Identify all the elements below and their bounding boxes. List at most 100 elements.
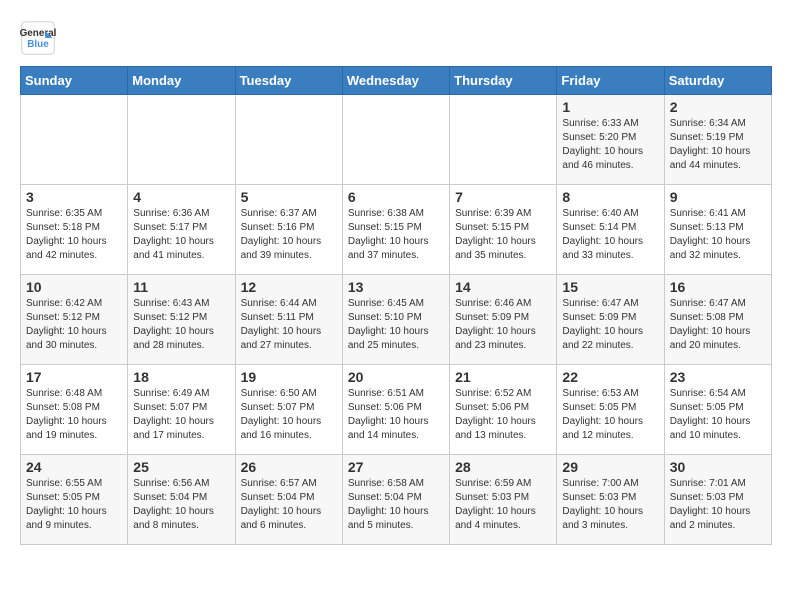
calendar-week-1: 3Sunrise: 6:35 AM Sunset: 5:18 PM Daylig… [21, 185, 772, 275]
day-number: 12 [241, 279, 337, 295]
day-info: Sunrise: 6:44 AM Sunset: 5:11 PM Dayligh… [241, 297, 337, 353]
day-info: Sunrise: 6:58 AM Sunset: 5:04 PM Dayligh… [348, 477, 444, 533]
svg-text:Blue: Blue [27, 39, 49, 50]
day-info: Sunrise: 6:45 AM Sunset: 5:10 PM Dayligh… [348, 297, 444, 353]
calendar-cell: 6Sunrise: 6:38 AM Sunset: 5:15 PM Daylig… [342, 185, 449, 275]
calendar-cell: 21 Sunrise: 6:52 AM Sunset: 5:06 PM Dayli… [450, 365, 557, 455]
day-info: Sunrise: 7:00 AM Sunset: 5:03 PM Dayligh… [562, 477, 658, 533]
day-info: Sunrise: 6:55 AM Sunset: 5:05 PM Dayligh… [26, 477, 122, 533]
day-info: Sunrise: 6:59 AM Sunset: 5:03 PM Dayligh… [455, 477, 551, 533]
header-saturday: Saturday [664, 67, 771, 95]
day-info: Sunrise: 6:48 AM Sunset: 5:08 PM Dayligh… [26, 387, 122, 443]
calendar-cell: 20Sunrise: 6:51 AM Sunset: 5:06 PM Dayli… [342, 365, 449, 455]
calendar-cell [450, 95, 557, 185]
day-info: Sunrise: 6:56 AM Sunset: 5:04 PM Dayligh… [133, 477, 229, 533]
header-friday: Friday [557, 67, 664, 95]
page-header: General Blue [20, 20, 772, 56]
calendar-cell [21, 95, 128, 185]
calendar-cell: 7 Sunrise: 6:39 AM Sunset: 5:15 PM Daylig… [450, 185, 557, 275]
day-number: 13 [348, 279, 444, 295]
calendar-cell: 9 Sunrise: 6:41 AM Sunset: 5:13 PM Daylig… [664, 185, 771, 275]
day-number: 29 [562, 459, 658, 475]
header-wednesday: Wednesday [342, 67, 449, 95]
calendar-cell: 15 Sunrise: 6:47 AM Sunset: 5:09 PM Dayli… [557, 275, 664, 365]
calendar-cell: 18 Sunrise: 6:49 AM Sunset: 5:07 PM Dayli… [128, 365, 235, 455]
calendar-cell: 27 Sunrise: 6:58 AM Sunset: 5:04 PM Dayli… [342, 455, 449, 545]
day-number: 30 [670, 459, 766, 475]
day-info: Sunrise: 6:37 AM Sunset: 5:16 PM Dayligh… [241, 207, 337, 263]
calendar-cell: 4 Sunrise: 6:36 AM Sunset: 5:17 PM Daylig… [128, 185, 235, 275]
day-info: Sunrise: 6:52 AM Sunset: 5:06 PM Dayligh… [455, 387, 551, 443]
day-number: 26 [241, 459, 337, 475]
calendar-cell: 12 Sunrise: 6:44 AM Sunset: 5:11 PM Dayli… [235, 275, 342, 365]
logo: General Blue [20, 20, 60, 56]
day-info: Sunrise: 6:33 AM Sunset: 5:20 PM Dayligh… [562, 117, 658, 173]
day-number: 9 [670, 189, 766, 205]
calendar-cell [235, 95, 342, 185]
day-number: 16 [670, 279, 766, 295]
day-number: 14 [455, 279, 551, 295]
day-number: 1 [562, 99, 658, 115]
day-info: Sunrise: 6:43 AM Sunset: 5:12 PM Dayligh… [133, 297, 229, 353]
day-number: 15 [562, 279, 658, 295]
calendar-cell: 5Sunrise: 6:37 AM Sunset: 5:16 PM Daylig… [235, 185, 342, 275]
day-info: Sunrise: 6:39 AM Sunset: 5:15 PM Dayligh… [455, 207, 551, 263]
day-info: Sunrise: 6:41 AM Sunset: 5:13 PM Dayligh… [670, 207, 766, 263]
calendar-cell: 1 Sunrise: 6:33 AM Sunset: 5:20 PM Daylig… [557, 95, 664, 185]
calendar-cell: 24 Sunrise: 6:55 AM Sunset: 5:05 PM Dayli… [21, 455, 128, 545]
day-number: 24 [26, 459, 122, 475]
day-info: Sunrise: 6:51 AM Sunset: 5:06 PM Dayligh… [348, 387, 444, 443]
header-thursday: Thursday [450, 67, 557, 95]
day-number: 17 [26, 369, 122, 385]
day-number: 4 [133, 189, 229, 205]
day-number: 25 [133, 459, 229, 475]
day-info: Sunrise: 6:34 AM Sunset: 5:19 PM Dayligh… [670, 117, 766, 173]
calendar-table: SundayMondayTuesdayWednesdayThursdayFrid… [20, 66, 772, 545]
calendar-cell: 2 Sunrise: 6:34 AM Sunset: 5:19 PM Daylig… [664, 95, 771, 185]
header-sunday: Sunday [21, 67, 128, 95]
day-number: 3 [26, 189, 122, 205]
calendar-cell: 29 Sunrise: 7:00 AM Sunset: 5:03 PM Dayli… [557, 455, 664, 545]
day-number: 21 [455, 369, 551, 385]
calendar-cell: 30 Sunrise: 7:01 AM Sunset: 5:03 PM Dayli… [664, 455, 771, 545]
calendar-week-0: 1 Sunrise: 6:33 AM Sunset: 5:20 PM Daylig… [21, 95, 772, 185]
calendar-cell: 16 Sunrise: 6:47 AM Sunset: 5:08 PM Dayli… [664, 275, 771, 365]
calendar-cell: 8 Sunrise: 6:40 AM Sunset: 5:14 PM Daylig… [557, 185, 664, 275]
calendar-cell: 13 Sunrise: 6:45 AM Sunset: 5:10 PM Dayli… [342, 275, 449, 365]
day-number: 28 [455, 459, 551, 475]
day-number: 10 [26, 279, 122, 295]
day-info: Sunrise: 6:47 AM Sunset: 5:09 PM Dayligh… [562, 297, 658, 353]
day-info: Sunrise: 6:42 AM Sunset: 5:12 PM Dayligh… [26, 297, 122, 353]
calendar-cell: 10 Sunrise: 6:42 AM Sunset: 5:12 PM Dayli… [21, 275, 128, 365]
day-info: Sunrise: 7:01 AM Sunset: 5:03 PM Dayligh… [670, 477, 766, 533]
day-info: Sunrise: 6:40 AM Sunset: 5:14 PM Dayligh… [562, 207, 658, 263]
day-info: Sunrise: 6:50 AM Sunset: 5:07 PM Dayligh… [241, 387, 337, 443]
day-info: Sunrise: 6:46 AM Sunset: 5:09 PM Dayligh… [455, 297, 551, 353]
day-number: 8 [562, 189, 658, 205]
day-number: 2 [670, 99, 766, 115]
calendar-cell: 19Sunrise: 6:50 AM Sunset: 5:07 PM Dayli… [235, 365, 342, 455]
calendar-cell: 3Sunrise: 6:35 AM Sunset: 5:18 PM Daylig… [21, 185, 128, 275]
day-number: 22 [562, 369, 658, 385]
day-number: 6 [348, 189, 444, 205]
day-number: 11 [133, 279, 229, 295]
calendar-week-3: 17 Sunrise: 6:48 AM Sunset: 5:08 PM Dayli… [21, 365, 772, 455]
day-info: Sunrise: 6:53 AM Sunset: 5:05 PM Dayligh… [562, 387, 658, 443]
day-info: Sunrise: 6:47 AM Sunset: 5:08 PM Dayligh… [670, 297, 766, 353]
calendar-cell: 14 Sunrise: 6:46 AM Sunset: 5:09 PM Dayli… [450, 275, 557, 365]
calendar-header-row: SundayMondayTuesdayWednesdayThursdayFrid… [21, 67, 772, 95]
calendar-cell: 22 Sunrise: 6:53 AM Sunset: 5:05 PM Dayli… [557, 365, 664, 455]
day-number: 18 [133, 369, 229, 385]
day-info: Sunrise: 6:36 AM Sunset: 5:17 PM Dayligh… [133, 207, 229, 263]
calendar-cell: 25 Sunrise: 6:56 AM Sunset: 5:04 PM Dayli… [128, 455, 235, 545]
day-number: 27 [348, 459, 444, 475]
day-number: 7 [455, 189, 551, 205]
calendar-cell [342, 95, 449, 185]
header-monday: Monday [128, 67, 235, 95]
day-info: Sunrise: 6:49 AM Sunset: 5:07 PM Dayligh… [133, 387, 229, 443]
logo-icon: General Blue [20, 20, 56, 56]
calendar-cell: 26 Sunrise: 6:57 AM Sunset: 5:04 PM Dayli… [235, 455, 342, 545]
calendar-cell: 28 Sunrise: 6:59 AM Sunset: 5:03 PM Dayli… [450, 455, 557, 545]
day-info: Sunrise: 6:57 AM Sunset: 5:04 PM Dayligh… [241, 477, 337, 533]
day-info: Sunrise: 6:54 AM Sunset: 5:05 PM Dayligh… [670, 387, 766, 443]
